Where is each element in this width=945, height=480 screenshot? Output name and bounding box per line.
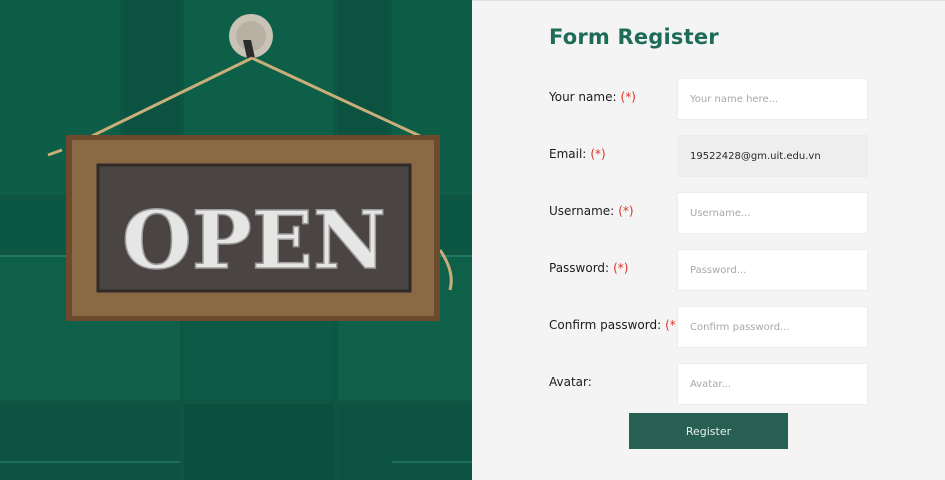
form-title: Form Register [549,25,719,49]
name-row: Your name: (*) [549,78,869,120]
required-mark: (*) [618,204,634,218]
confirm-password-row: Confirm password: (*) [549,306,869,348]
password-row: Password: (*) [549,249,869,291]
confirm-password-input[interactable] [677,306,868,348]
email-label: Email: (*) [549,147,606,161]
hero-image: OPEN [0,0,472,480]
email-row: Email: (*) [549,135,869,177]
register-form-panel: Form Register Your name:(*) Email:(*) Us… [472,0,945,480]
required-mark: (*) [620,90,636,104]
avatar-row: Avatar: [549,363,869,405]
name-input[interactable] [677,78,868,120]
password-input[interactable] [677,249,868,291]
name-label: Your name: (*) [549,90,636,104]
register-button[interactable]: Register [629,413,788,449]
avatar-label: Avatar: [549,375,592,389]
username-row: Username: (*) [549,192,869,234]
open-sign-photo: OPEN [0,0,472,480]
required-mark: (*) [613,261,629,275]
confirm-password-label: Confirm password: (*) [549,318,681,332]
required-mark: (*) [590,147,606,161]
username-input[interactable] [677,192,868,234]
password-label: Password: (*) [549,261,629,275]
avatar-input[interactable] [677,363,868,405]
username-label: Username: (*) [549,204,634,218]
email-input[interactable] [677,135,868,177]
sign-text: OPEN [122,193,386,287]
